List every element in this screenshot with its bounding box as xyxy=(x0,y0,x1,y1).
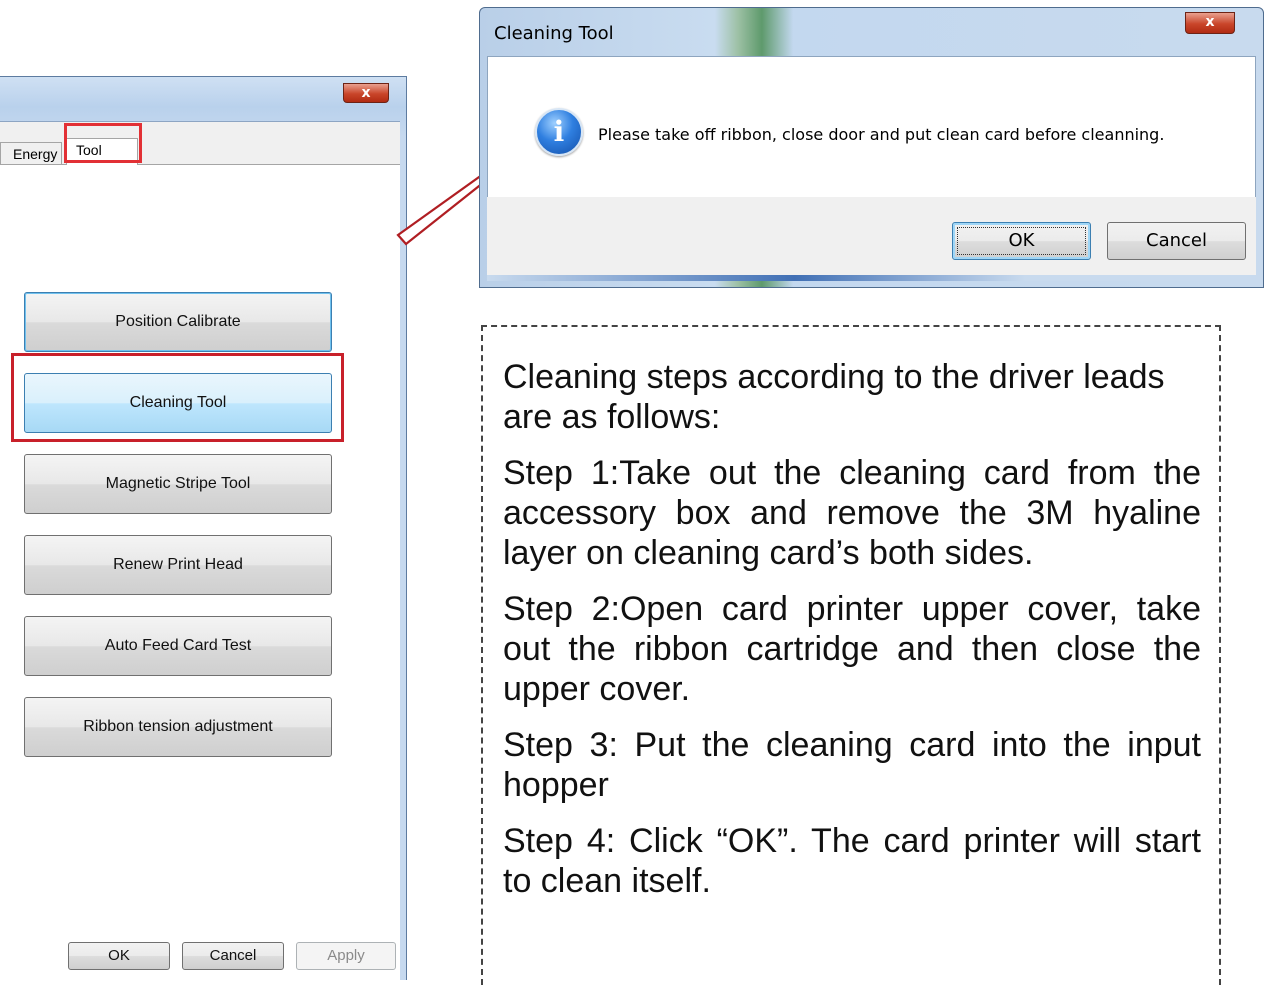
instructions-text: Cleaning steps according to the driver l… xyxy=(503,357,1201,917)
step-4: Step 4: Click “OK”. The card printer wil… xyxy=(503,822,1201,900)
title-bar: x xyxy=(0,77,406,121)
dialog-body: Energy Tool Position Calibrate Cleaning … xyxy=(0,121,400,980)
instructions-intro: Cleaning steps according to the driver l… xyxy=(503,358,1165,436)
dialog-title: Cleaning Tool xyxy=(494,23,614,44)
instructions-box: Cleaning steps according to the driver l… xyxy=(481,325,1221,985)
renew-print-head-button[interactable]: Renew Print Head xyxy=(24,535,332,595)
position-calibrate-button[interactable]: Position Calibrate xyxy=(24,292,332,352)
ribbon-tension-adjustment-button[interactable]: Ribbon tension adjustment xyxy=(24,697,332,757)
tab-energy[interactable]: Energy xyxy=(0,142,62,164)
step-2: Step 2:Open card printer upper cover, ta… xyxy=(503,590,1201,708)
cancel-button[interactable]: Cancel xyxy=(182,942,284,970)
dialog-bottom-border xyxy=(487,275,1256,281)
auto-feed-card-test-button[interactable]: Auto Feed Card Test xyxy=(24,616,332,676)
magnetic-stripe-tool-button[interactable]: Magnetic Stripe Tool xyxy=(24,454,332,514)
cleaning-tool-highlight xyxy=(11,353,344,442)
close-icon: x xyxy=(1205,14,1215,30)
cleaning-tool-dialog: Cleaning Tool x i Please take off ribbon… xyxy=(479,7,1264,288)
dialog-close-button[interactable]: x xyxy=(1185,12,1235,34)
info-icon: i xyxy=(535,108,583,156)
close-button[interactable]: x xyxy=(343,83,389,103)
step-1: Step 1:Take out the cleaning card from t… xyxy=(503,454,1201,572)
dialog-cancel-button[interactable]: Cancel xyxy=(1107,222,1246,260)
tool-tab-highlight xyxy=(64,123,142,163)
close-icon: x xyxy=(361,85,371,101)
dialog-message: Please take off ribbon, close door and p… xyxy=(598,125,1165,144)
apply-button[interactable]: Apply xyxy=(296,942,396,970)
step-3: Step 3: Put the cleaning card into the i… xyxy=(503,726,1201,804)
dialog-ok-button[interactable]: OK xyxy=(952,222,1091,260)
ok-button[interactable]: OK xyxy=(68,942,170,970)
printer-properties-window: x Energy Tool Position Calibrate Cleanin… xyxy=(0,76,407,980)
